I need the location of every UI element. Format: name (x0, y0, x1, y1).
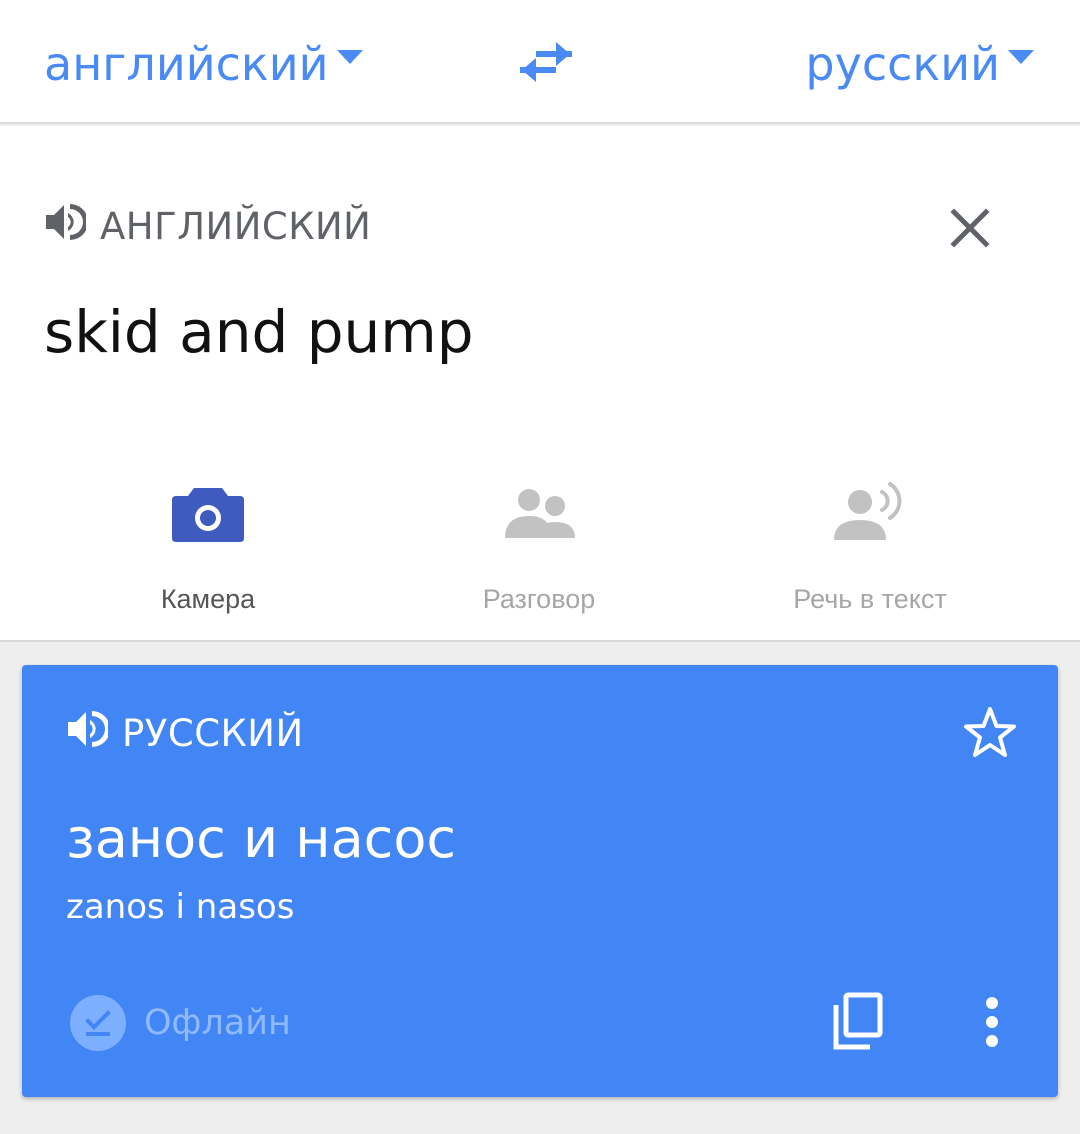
target-language-name: РУССКИЙ (122, 711, 304, 755)
speaker-icon[interactable] (66, 709, 110, 758)
camera-button[interactable]: Камера (58, 476, 358, 626)
people-icon (505, 489, 575, 538)
offline-label: Офлайн (144, 1003, 291, 1043)
more-options-button[interactable] (976, 995, 1008, 1049)
close-icon (950, 208, 990, 248)
speech-to-text-button[interactable]: Речь в текст (720, 476, 1020, 626)
speech-icon (834, 482, 902, 540)
transliteration-text: zanos i nasos (66, 887, 295, 927)
conversation-button[interactable]: Разговор (389, 476, 689, 626)
star-icon (964, 707, 1016, 757)
copy-icon (833, 992, 883, 1050)
speech-to-text-label: Речь в текст (793, 584, 947, 614)
target-language-header: РУССКИЙ (66, 709, 304, 757)
chevron-down-icon (336, 50, 363, 64)
copy-button[interactable] (828, 991, 888, 1053)
save-phrase-button[interactable] (962, 705, 1018, 761)
source-language-label: английский (44, 37, 329, 91)
swap-languages-button[interactable] (516, 36, 576, 88)
translation-text: занос и насос (66, 807, 457, 870)
target-language-label: русский (805, 37, 1000, 91)
conversation-label: Разговор (482, 584, 596, 614)
source-language-name: АНГЛИЙСКИЙ (100, 204, 372, 248)
translation-card: РУССКИЙ занос и насос zanos i nasos Офла… (22, 665, 1058, 1097)
speaker-icon[interactable] (44, 202, 88, 251)
language-bar: английский русский (0, 0, 1080, 124)
more-vert-icon (986, 997, 998, 1047)
camera-label: Камера (160, 584, 256, 614)
offline-indicator[interactable]: Офлайн (70, 993, 291, 1053)
source-language-dropdown[interactable]: английский (44, 34, 363, 94)
swap-icon (520, 42, 572, 82)
source-language-header: АНГЛИЙСКИЙ (44, 202, 371, 250)
camera-icon (172, 488, 244, 542)
offline-download-icon (70, 995, 126, 1051)
target-language-dropdown[interactable]: русский (805, 34, 1034, 94)
source-text-input[interactable]: skid and pump (44, 298, 474, 366)
chevron-down-icon (1008, 50, 1034, 64)
clear-button[interactable] (946, 204, 994, 252)
input-panel: АНГЛИЙСКИЙ skid and pump Камера Разговор… (0, 126, 1080, 642)
